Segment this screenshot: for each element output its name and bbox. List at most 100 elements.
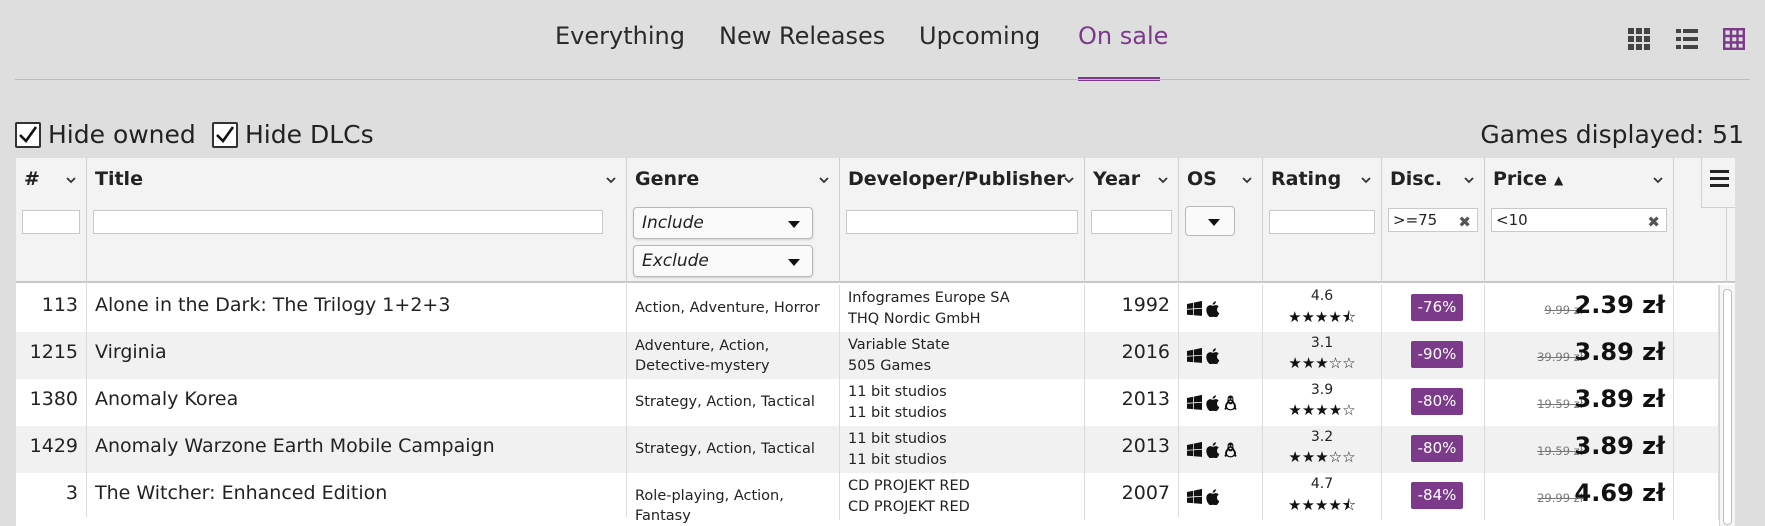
hide-owned-checkbox[interactable]: [15, 122, 41, 148]
clear-icon[interactable]: ✖: [1458, 213, 1471, 231]
chevron-down-icon[interactable]: [1653, 176, 1663, 184]
column-developer[interactable]: Developer/Publisher: [840, 158, 1085, 283]
game-genre: Strategy, Action, Tactical: [627, 426, 840, 473]
rating-filter-input[interactable]: [1269, 210, 1375, 234]
windows-icon: [1187, 442, 1202, 457]
discount-badge: -90%: [1411, 341, 1463, 368]
game-title[interactable]: Alone in the Dark: The Trilogy 1+2+3: [87, 282, 627, 329]
chevron-down-icon[interactable]: [1064, 176, 1074, 184]
column-num-label: #: [24, 168, 40, 190]
column-os[interactable]: OS: [1179, 158, 1263, 283]
column-discount-label: Disc.: [1390, 168, 1443, 190]
game-title[interactable]: Anomaly Warzone Earth Mobile Campaign: [87, 423, 627, 470]
column-num[interactable]: #: [16, 158, 87, 283]
windows-icon: [1187, 395, 1202, 410]
game-rating: 4.6 ★★★★⯪: [1263, 285, 1382, 332]
chevron-down-icon[interactable]: [1158, 176, 1168, 184]
developer-filter-input[interactable]: [846, 210, 1078, 234]
game-number: 1215: [16, 329, 87, 376]
list-view-icon[interactable]: [1676, 28, 1698, 50]
game-year: 1992: [1085, 282, 1179, 329]
game-publisher: CD PROJEKT RED: [848, 499, 970, 515]
chevron-down-icon[interactable]: [1242, 176, 1252, 184]
os-filter-dropdown[interactable]: [1185, 206, 1235, 236]
column-title-label: Title: [95, 168, 143, 190]
hide-owned-label[interactable]: Hide owned: [48, 120, 196, 149]
rating-stars: ★★★☆☆: [1288, 448, 1356, 466]
tab-on-sale[interactable]: On sale: [1078, 22, 1168, 50]
column-os-label: OS: [1187, 168, 1217, 190]
scrollbar-thumb[interactable]: [1723, 289, 1732, 525]
game-price: 19.59 zł 3.89 zł: [1485, 379, 1674, 426]
chevron-down-icon[interactable]: [66, 176, 76, 184]
hamburger-icon: [1710, 170, 1729, 173]
genre-exclude-dropdown[interactable]: Exclude: [633, 245, 813, 277]
sale-price: 3.89 zł: [1574, 432, 1665, 460]
game-os: [1179, 473, 1263, 520]
windows-icon: [1187, 348, 1202, 363]
tab-upcoming[interactable]: Upcoming: [919, 22, 1040, 50]
game-os: [1179, 285, 1263, 332]
column-price[interactable]: Price ▲ <10 ✖: [1485, 158, 1674, 283]
game-title[interactable]: The Witcher: Enhanced Edition: [87, 470, 627, 517]
rating-value: 3.1: [1310, 335, 1334, 351]
clear-icon[interactable]: ✖: [1647, 213, 1660, 231]
price-filter-value: <10: [1496, 211, 1528, 229]
game-year: 2016: [1085, 329, 1179, 376]
hide-dlcs-label[interactable]: Hide DLCs: [245, 120, 374, 149]
rating-stars: ★★★★☆: [1288, 401, 1356, 419]
table-row[interactable]: 113 Alone in the Dark: The Trilogy 1+2+3…: [16, 282, 1735, 332]
column-rating[interactable]: Rating: [1263, 158, 1382, 283]
table-row[interactable]: 1380 Anomaly Korea Strategy, Action, Tac…: [16, 376, 1735, 426]
genre-include-dropdown[interactable]: Include: [633, 207, 813, 239]
column-title[interactable]: Title: [87, 158, 627, 283]
rating-value: 4.7: [1310, 476, 1334, 492]
hamburger-icon-line: [1710, 184, 1729, 187]
game-os: [1179, 379, 1263, 426]
tab-everything[interactable]: Everything: [555, 22, 685, 50]
apple-icon: [1206, 441, 1220, 458]
hamburger-icon-line: [1710, 177, 1729, 180]
game-os: [1179, 426, 1263, 473]
column-price-label: Price: [1493, 168, 1547, 190]
discount-filter-input[interactable]: >=75 ✖: [1388, 208, 1478, 232]
column-genre[interactable]: Genre Include Exclude: [627, 158, 840, 283]
sort-ascending-icon[interactable]: ▲: [1554, 173, 1563, 187]
chevron-down-icon[interactable]: [1361, 176, 1371, 184]
title-filter-input[interactable]: [93, 210, 603, 234]
column-discount[interactable]: Disc. >=75 ✖: [1382, 158, 1485, 283]
rating-stars: ★★★★⯪: [1288, 308, 1356, 326]
column-year[interactable]: Year: [1085, 158, 1179, 283]
game-developer-publisher: 11 bit studios 11 bit studios: [840, 379, 1085, 426]
year-filter-input[interactable]: [1091, 210, 1172, 234]
game-genre: Adventure, Action, Detective-mystery: [627, 332, 840, 379]
table-row[interactable]: 1215 Virginia Adventure, Action, Detecti…: [16, 329, 1735, 379]
dropdown-arrow-icon: [788, 221, 800, 228]
chevron-down-icon[interactable]: [1464, 176, 1474, 184]
sale-price: 3.89 zł: [1574, 338, 1665, 366]
game-price: 19.59 zł 3.89 zł: [1485, 426, 1674, 473]
table-row[interactable]: 3 The Witcher: Enhanced Edition Role-pla…: [16, 470, 1735, 524]
sale-price: 4.69 zł: [1574, 479, 1665, 507]
game-publisher: THQ Nordic GmbH: [848, 311, 981, 327]
game-price: 39.99 zł 3.89 zł: [1485, 332, 1674, 379]
game-title[interactable]: Virginia: [87, 329, 627, 376]
hide-dlcs-checkbox[interactable]: [212, 122, 238, 148]
tabs-divider: [15, 79, 1750, 80]
game-genre: Action, Adventure, Horror: [627, 285, 840, 332]
chevron-down-icon[interactable]: [606, 176, 616, 184]
grid-view-icon[interactable]: [1628, 28, 1650, 50]
vertical-scrollbar[interactable]: [1719, 285, 1735, 526]
num-filter-input[interactable]: [22, 210, 80, 234]
game-title[interactable]: Anomaly Korea: [87, 376, 627, 423]
chevron-down-icon[interactable]: [819, 176, 829, 184]
game-developer: CD PROJEKT RED: [848, 478, 970, 494]
table-view-icon[interactable]: [1723, 28, 1745, 50]
column-menu-button[interactable]: [1701, 158, 1735, 208]
game-rating: 4.7 ★★★★⯪: [1263, 473, 1382, 520]
game-price: 9.99 zł 2.39 zł: [1485, 285, 1674, 332]
discount-badge: -84%: [1411, 482, 1463, 509]
tab-new-releases[interactable]: New Releases: [719, 22, 885, 50]
price-filter-input[interactable]: <10 ✖: [1491, 208, 1667, 232]
table-row[interactable]: 1429 Anomaly Warzone Earth Mobile Campai…: [16, 423, 1735, 473]
